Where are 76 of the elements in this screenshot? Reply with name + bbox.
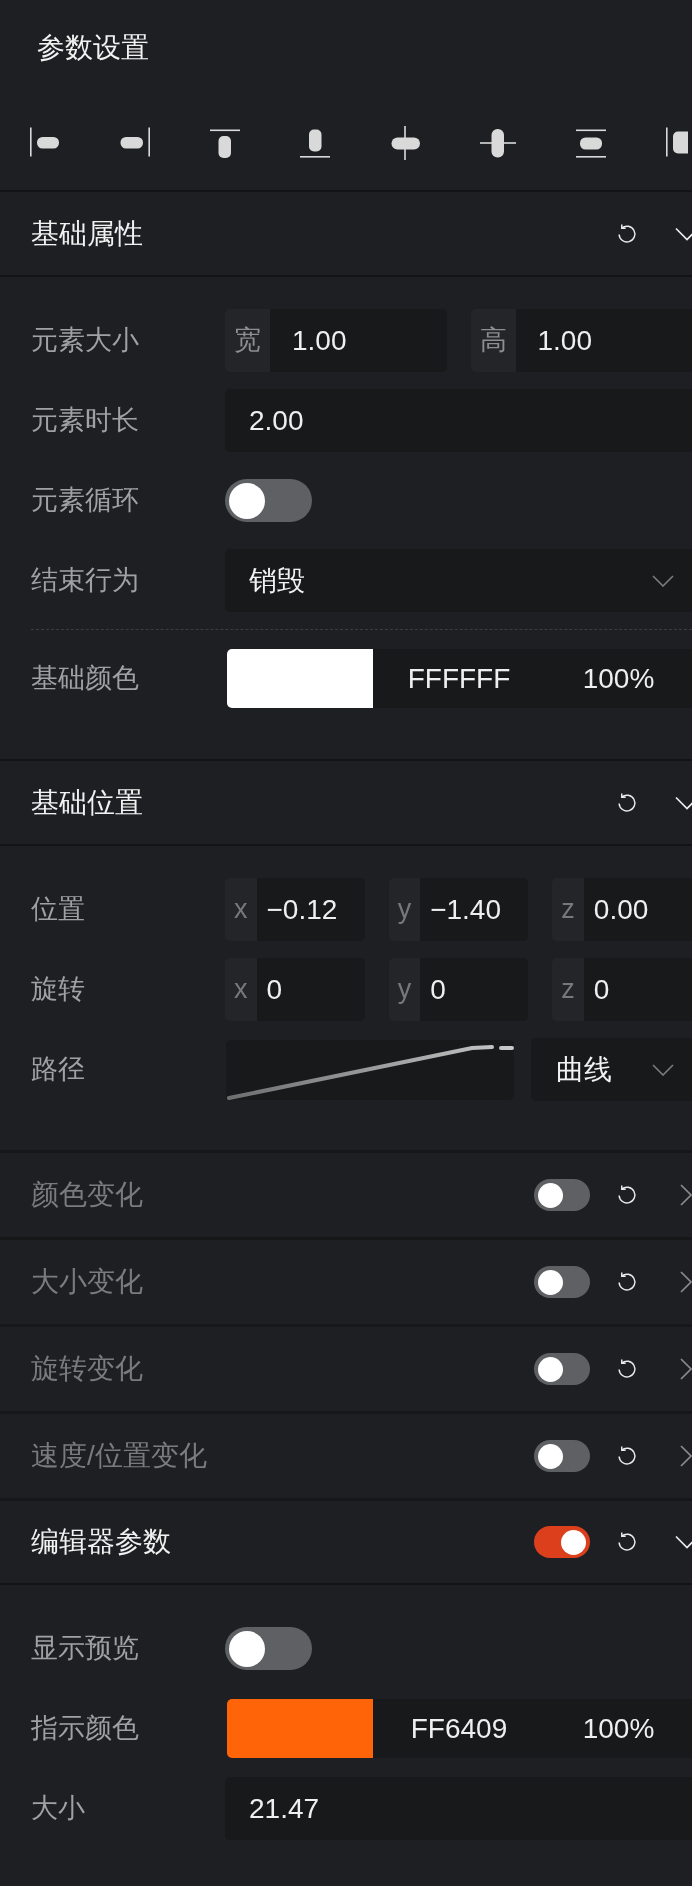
number-field[interactable]: −0.12 xyxy=(256,878,365,941)
field-label: 路径 xyxy=(31,1056,86,1083)
hex-value: FF6409 xyxy=(409,1714,509,1743)
reset-icon[interactable] xyxy=(616,1445,638,1467)
field-prefix: x xyxy=(225,958,257,1021)
chevron-down-icon[interactable] xyxy=(675,226,692,241)
toggle-switch[interactable] xyxy=(534,1179,590,1211)
chevron-right-icon[interactable] xyxy=(680,1271,692,1293)
toggle-switch[interactable] xyxy=(534,1353,590,1385)
align-middle-icon[interactable] xyxy=(480,126,516,160)
number-field[interactable]: 0 xyxy=(583,958,692,1021)
field-label: 指示颜色 xyxy=(31,1715,140,1742)
number-field[interactable]: 0.00 xyxy=(583,878,692,941)
color-swatch[interactable] xyxy=(227,649,373,708)
align-right-icon[interactable] xyxy=(120,126,150,160)
field-label: 基础颜色 xyxy=(31,665,140,692)
number-field[interactable]: −1.40 xyxy=(420,878,529,941)
number-field[interactable]: 0 xyxy=(256,958,365,1021)
field-prefix: z xyxy=(552,878,584,941)
toggle-switch[interactable] xyxy=(225,479,312,522)
field-label: 结束行为 xyxy=(31,567,140,594)
number-field[interactable]: 0 xyxy=(420,958,529,1021)
field-prefix: x xyxy=(225,878,257,941)
reset-icon[interactable] xyxy=(616,1184,638,1206)
chevron-down-icon[interactable] xyxy=(675,795,692,810)
reset-icon[interactable] xyxy=(616,1531,638,1553)
chevron-right-icon[interactable] xyxy=(680,1358,692,1380)
chevron-down-icon xyxy=(652,574,674,587)
reset-icon[interactable] xyxy=(616,1271,638,1293)
hex-value: FFFFFF xyxy=(406,664,512,693)
field-label: 位置 xyxy=(31,896,86,923)
number-field[interactable]: 1.00 xyxy=(270,309,447,372)
toggle-switch[interactable] xyxy=(534,1440,590,1472)
dropdown[interactable]: 曲线 xyxy=(531,1038,692,1101)
distribute-horizontal-icon[interactable] xyxy=(666,126,688,160)
chevron-down-icon xyxy=(652,1063,674,1076)
section-title: 速度/位置变化 xyxy=(31,1442,207,1470)
number-field[interactable]: 21.47 xyxy=(225,1777,692,1840)
field-label: 显示预览 xyxy=(31,1635,140,1662)
color-value-field[interactable]: FF6409 100% xyxy=(373,1699,692,1758)
field-label: 元素循环 xyxy=(31,487,140,514)
toggle-switch[interactable] xyxy=(534,1266,590,1298)
section-title: 编辑器参数 xyxy=(31,1528,171,1556)
panel-title: 参数设置 xyxy=(37,34,149,62)
color-swatch[interactable] xyxy=(227,1699,373,1758)
field-label: 大小 xyxy=(31,1795,86,1822)
section-title: 基础属性 xyxy=(31,219,143,248)
field-prefix: 高 xyxy=(470,309,516,372)
field-prefix: z xyxy=(552,958,584,1021)
field-prefix: 宽 xyxy=(225,309,270,372)
dropdown[interactable]: 销毁 xyxy=(225,549,692,612)
reset-icon[interactable] xyxy=(616,222,638,245)
field-label: 元素大小 xyxy=(31,327,140,354)
field-prefix: y xyxy=(388,878,421,941)
section-title: 大小变化 xyxy=(31,1268,143,1296)
chevron-right-icon[interactable] xyxy=(680,1445,692,1467)
align-center-icon[interactable] xyxy=(390,126,420,160)
opacity-value: 100% xyxy=(581,664,656,693)
toggle-switch[interactable] xyxy=(225,1627,312,1670)
color-value-field[interactable]: FFFFFF 100% xyxy=(373,649,692,708)
align-left-icon[interactable] xyxy=(30,126,60,160)
section-title: 颜色变化 xyxy=(31,1181,143,1209)
reset-icon[interactable] xyxy=(616,1358,638,1380)
number-field[interactable]: 2.00 xyxy=(225,389,692,452)
field-label: 旋转 xyxy=(31,976,86,1003)
reset-icon[interactable] xyxy=(616,791,638,814)
field-label: 元素时长 xyxy=(31,407,140,434)
field-prefix: y xyxy=(388,958,421,1021)
chevron-down-icon[interactable] xyxy=(675,1535,692,1549)
curve-preview[interactable] xyxy=(226,1039,514,1100)
toggle-switch[interactable] xyxy=(534,1526,590,1558)
number-field[interactable]: 1.00 xyxy=(515,309,692,372)
section-title: 旋转变化 xyxy=(31,1355,143,1383)
chevron-right-icon[interactable] xyxy=(680,1184,692,1206)
opacity-value: 100% xyxy=(581,1714,656,1743)
section-title: 基础位置 xyxy=(31,788,143,817)
